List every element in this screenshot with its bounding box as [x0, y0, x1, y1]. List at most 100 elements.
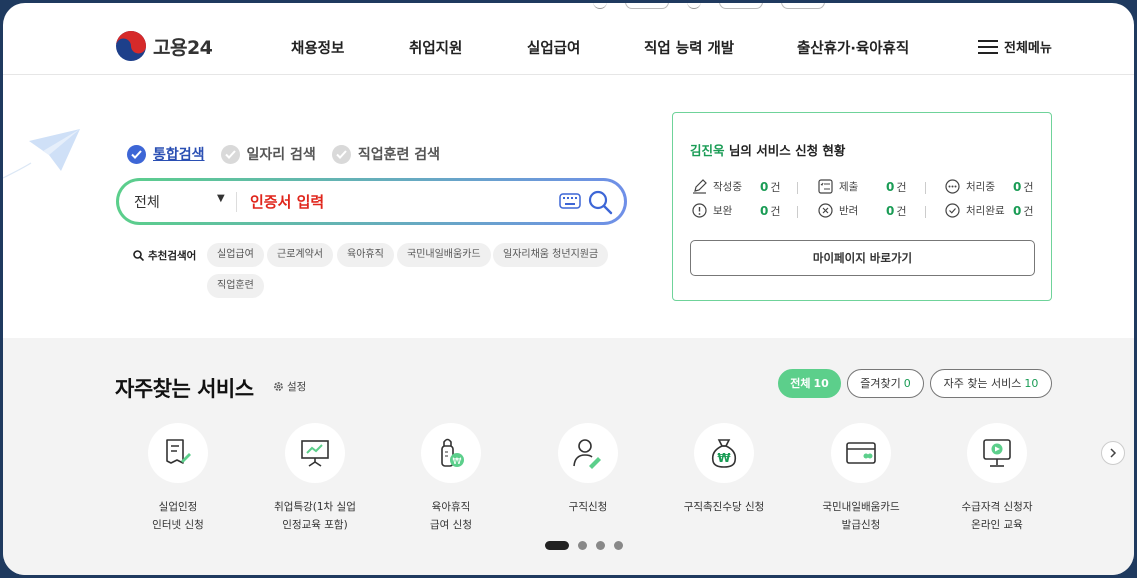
tab-integrated-search[interactable]: 통합검색: [127, 144, 205, 164]
status-label: 보완: [713, 205, 733, 217]
divider: [925, 182, 926, 194]
search-icon: [133, 250, 144, 261]
service-icon-circle: ₩: [694, 423, 754, 483]
virtual-keyboard-icon[interactable]: [559, 193, 581, 209]
status-item-processing[interactable]: 처리중 0건: [945, 179, 1055, 194]
hamburger-icon: [978, 39, 998, 54]
status-item-submitted[interactable]: 제출 0건: [818, 179, 928, 194]
search-type-tabs: 통합검색 일자리 검색 직업훈련 검색: [127, 144, 440, 164]
section-title: 자주찾는 서비스: [115, 377, 254, 401]
keyword-chip[interactable]: 근로계약서: [267, 243, 333, 267]
tab-label: 직업훈련 검색: [357, 147, 440, 163]
baby-bottle-icon: ₩: [441, 438, 464, 467]
status-item-writing[interactable]: 작성중 0건: [692, 179, 802, 194]
site-logo[interactable]: 고용24: [115, 30, 213, 62]
service-status-card: 김진욱 님의 서비스 신청 현황 작성중 0건 제출 0건 처리중 0건 보완 …: [672, 112, 1052, 301]
pagination-dot-active[interactable]: [545, 541, 569, 550]
status-item-completed[interactable]: 처리완료 0건: [945, 203, 1055, 218]
check-circle-icon: [220, 144, 240, 164]
service-item[interactable]: ₩ 구직촉진수당 신청: [654, 423, 794, 516]
taegeuk-logo-icon: [116, 31, 146, 61]
settings-button[interactable]: 설정: [273, 379, 306, 394]
svg-text:₩: ₩: [453, 457, 462, 467]
all-menu-button[interactable]: 전체메뉴: [978, 37, 1052, 56]
caret-down-icon[interactable]: ▼: [217, 193, 225, 204]
status-title-suffix: 님의 서비스 신청 현황: [728, 143, 846, 158]
carousel-next-button[interactable]: [1101, 441, 1125, 465]
tab-favorites[interactable]: 즐겨찾기 0: [847, 369, 924, 398]
keyword-chip[interactable]: 실업급여: [207, 243, 264, 267]
service-item[interactable]: 수급자격 신청자 온라인 교육: [927, 423, 1067, 534]
search-bar: 전체 ▼ 인증서 입력: [116, 178, 627, 225]
all-menu-label: 전체메뉴: [1004, 41, 1052, 56]
nav-item-parental-leave[interactable]: 출산휴가·육아휴직: [797, 37, 909, 58]
exclamation-circle-icon: [692, 203, 707, 218]
service-item[interactable]: 실업인정 인터넷 신청: [108, 423, 248, 534]
keyword-chip[interactable]: 직업훈련: [207, 274, 264, 298]
search-scope-select[interactable]: 전체: [134, 192, 160, 212]
x-circle-icon: [818, 203, 833, 218]
service-icon-circle: [967, 423, 1027, 483]
pagination-dot[interactable]: [614, 541, 623, 550]
status-count: 0건: [1013, 179, 1034, 194]
carousel-pagination: [545, 541, 623, 550]
user-name: 김진욱: [690, 143, 725, 158]
tab-training-search[interactable]: 직업훈련 검색: [331, 144, 440, 164]
recommended-label-text: 추천검색어: [148, 250, 197, 262]
status-label: 제출: [839, 181, 859, 193]
service-label: 수급자격 신청자 온라인 교육: [961, 501, 1033, 531]
status-count: 0건: [1013, 203, 1034, 218]
status-label: 처리완료: [966, 205, 1005, 217]
service-item[interactable]: 국민내일배움카드 발급신청: [791, 423, 931, 534]
check-circle-icon: [945, 203, 960, 218]
service-icon-circle: [285, 423, 345, 483]
chevron-right-icon: [1110, 448, 1117, 458]
search-input[interactable]: 인증서 입력: [250, 191, 324, 212]
service-icon-circle: ₩: [421, 423, 481, 483]
divider: [797, 182, 798, 194]
presentation-board-icon: [301, 440, 329, 467]
status-count: 0건: [760, 179, 781, 194]
card-icon: [846, 442, 876, 464]
status-item-rejected[interactable]: 반려 0건: [818, 203, 928, 218]
tab-job-search[interactable]: 일자리 검색: [220, 144, 316, 164]
pagination-dot[interactable]: [596, 541, 605, 550]
service-label: 구직촉진수당 신청: [683, 501, 765, 513]
nav-item-vocational-training[interactable]: 직업 능력 개발: [644, 37, 734, 58]
checklist-icon: [818, 179, 833, 194]
search-icon[interactable]: [587, 189, 613, 215]
tab-label: 일자리 검색: [246, 147, 316, 163]
pencil-icon: [692, 179, 707, 194]
site-header: 고용24 채용정보 취업지원 실업급여 직업 능력 개발 출산휴가·육아휴직 전…: [3, 3, 1134, 75]
nav-item-employment-support[interactable]: 취업지원: [409, 37, 462, 58]
service-item[interactable]: 구직신청: [518, 423, 658, 516]
status-count: 0건: [886, 179, 907, 194]
mypage-button[interactable]: 마이페이지 바로가기: [690, 240, 1035, 276]
monitor-play-icon: [983, 439, 1011, 467]
tab-all[interactable]: 전체 10: [778, 369, 841, 398]
status-label: 작성중: [713, 181, 742, 193]
status-item-supplement[interactable]: 보완 0건: [692, 203, 802, 218]
tab-frequent[interactable]: 자주 찾는 서비스 10: [930, 369, 1052, 398]
nav-item-jobs[interactable]: 채용정보: [291, 37, 344, 58]
service-label: 취업특강(1차 실업 인정교육 포함): [274, 501, 356, 531]
pagination-dot[interactable]: [578, 541, 587, 550]
svg-text:₩: ₩: [717, 451, 731, 465]
service-item[interactable]: 취업특강(1차 실업 인정교육 포함): [245, 423, 385, 534]
divider: [236, 192, 237, 212]
service-label: 육아휴직 급여 신청: [430, 501, 472, 531]
keyword-chip[interactable]: 국민내일배움카드: [397, 243, 491, 267]
service-label: 국민내일배움카드 발급신청: [822, 501, 900, 531]
service-icon-circle: [148, 423, 208, 483]
nav-item-unemployment-benefit[interactable]: 실업급여: [527, 37, 580, 58]
check-circle-icon: [127, 144, 146, 164]
person-edit-icon: [573, 439, 601, 469]
recommended-label: 추천검색어: [133, 248, 196, 263]
keyword-chip[interactable]: 일자리채움 청년지원금: [493, 243, 609, 267]
service-item[interactable]: ₩ 육아휴직 급여 신청: [381, 423, 521, 534]
service-icon-circle: [831, 423, 891, 483]
money-bag-icon: ₩: [711, 439, 737, 468]
check-circle-icon: [331, 144, 351, 164]
logo-text: 고용24: [153, 36, 213, 59]
keyword-chip[interactable]: 육아휴직: [337, 243, 394, 267]
